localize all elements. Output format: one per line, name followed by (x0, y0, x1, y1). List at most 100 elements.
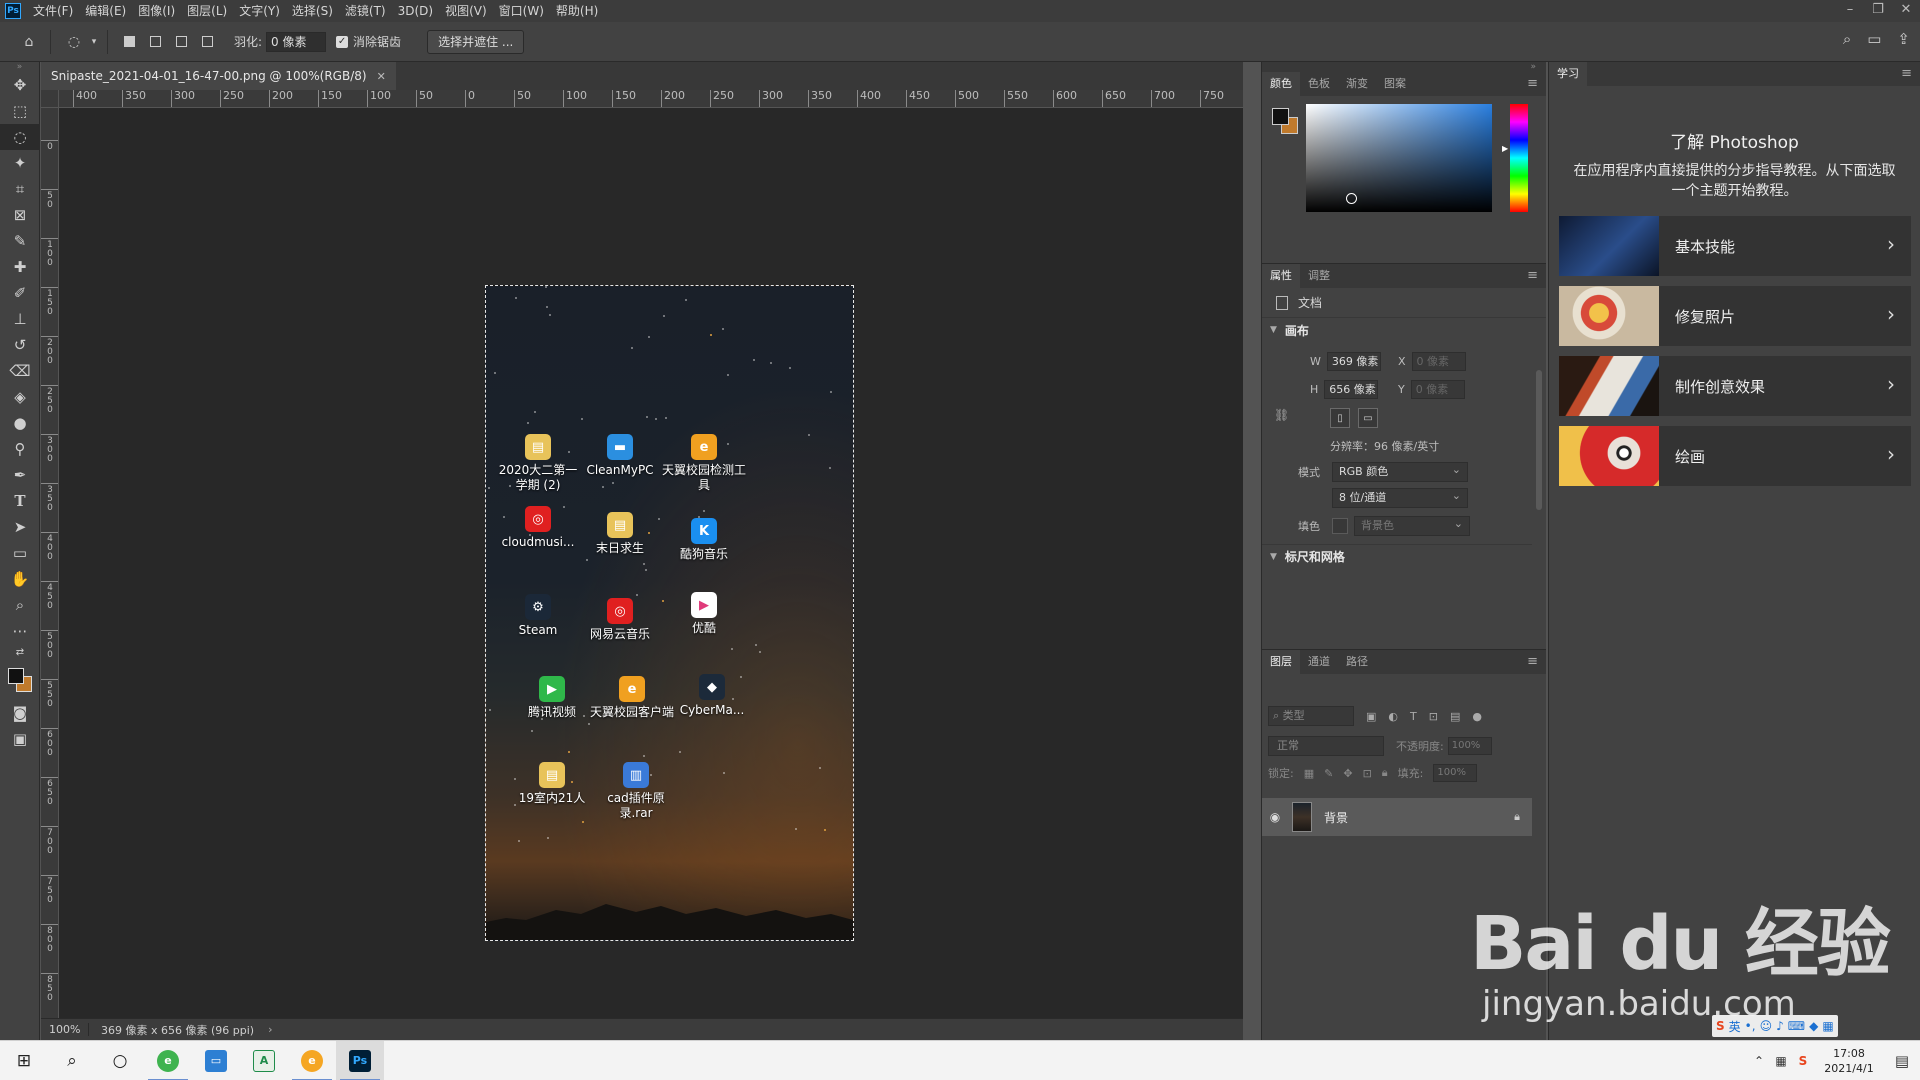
desktop-icon[interactable]: ▤ 19室内21人 (510, 762, 594, 806)
hand-tool-icon[interactable]: ✋ (0, 566, 40, 592)
lasso-tool-icon[interactable]: ◌ (0, 124, 40, 150)
feather-input[interactable]: 0 像素 (266, 31, 327, 52)
emoji-icon[interactable]: ☺ (1760, 1019, 1773, 1033)
layer-name[interactable]: 背景 (1324, 809, 1348, 826)
taskbar-computer[interactable]: ▭ (192, 1041, 240, 1080)
sogou-tray-icon[interactable]: S (1792, 1054, 1814, 1068)
tab-properties[interactable]: 属性 (1262, 264, 1300, 288)
desktop-icon[interactable]: ▤ 末日求生 (578, 512, 662, 556)
home-icon[interactable]: ⌂ (16, 29, 42, 55)
menu-item[interactable]: 帮助(H) (550, 0, 604, 22)
blur-tool-icon[interactable]: ● (0, 410, 40, 436)
menu-item[interactable]: 视图(V) (439, 0, 493, 22)
visibility-eye-icon[interactable]: ◉ (1262, 810, 1288, 824)
tab-channels[interactable]: 通道 (1300, 650, 1338, 674)
image-filter-icon[interactable]: ▣ (1366, 710, 1376, 723)
ime-toolbar[interactable]: S 英 •, ☺ ♪ ⌨ ◆ ▦ (1712, 1015, 1838, 1037)
type-filter-icon[interactable]: T (1410, 710, 1417, 723)
tab-swatches[interactable]: 色板 (1300, 72, 1338, 96)
chevron-up-icon[interactable]: ⌃ (1748, 1054, 1770, 1068)
mode-select[interactable]: RGB 颜色 (1332, 461, 1468, 482)
tab-patterns[interactable]: 图案 (1376, 72, 1414, 96)
learn-card-creative[interactable]: 制作创意效果 › (1559, 356, 1911, 416)
taskbar-tianyi[interactable]: e (288, 1041, 336, 1080)
desktop-icon[interactable]: ▤ 2020大二第一学期 (2) (496, 434, 580, 493)
fill-field[interactable]: 100% (1433, 764, 1478, 782)
filter-toggle-icon[interactable]: ● (1472, 710, 1482, 723)
rectangle-tool-icon[interactable]: ▭ (0, 540, 40, 566)
ime-tools-icon[interactable]: ▦ (1822, 1019, 1833, 1033)
history-brush-tool-icon[interactable]: ↺ (0, 332, 40, 358)
network-icon[interactable]: ▦ (1770, 1054, 1792, 1068)
move-tool-icon[interactable]: ✥ (0, 72, 40, 98)
horizontal-ruler[interactable]: 400 350 300 250 200 150 100 50 0 50 100 150 200 250 30… (59, 90, 1243, 108)
desktop-icon[interactable]: ▶ 优酷 (662, 592, 746, 636)
lock-transparent-icon[interactable]: ▦ (1304, 767, 1314, 780)
lasso-preset-icon[interactable]: ◌ (61, 29, 87, 55)
screen-mode-icon[interactable]: ▣ (0, 726, 40, 752)
antialias-checkbox[interactable]: ✓ 消除锯齿 (336, 33, 401, 50)
workspace-icon[interactable]: ▭ (1867, 30, 1881, 48)
zoom-level[interactable]: 100% (41, 1023, 89, 1036)
desktop-icon[interactable]: e 天翼校园检测工具 (662, 434, 746, 493)
eraser-tool-icon[interactable]: ⌫ (0, 358, 40, 384)
path-selection-tool-icon[interactable]: ➤ (0, 514, 40, 540)
sogou-ime-icon[interactable]: S (1716, 1019, 1725, 1033)
search-icon[interactable]: ⌕ (1843, 30, 1851, 48)
new-selection-button[interactable] (119, 32, 139, 52)
height-field[interactable]: 656 像素 (1324, 380, 1379, 399)
subtract-selection-button[interactable] (171, 32, 191, 52)
punctuation-icon[interactable]: •, (1745, 1019, 1756, 1033)
taskbar-photoshop[interactable]: Ps (336, 1040, 384, 1080)
foreground-color[interactable] (8, 668, 24, 684)
ime-language[interactable]: 英 (1729, 1018, 1741, 1035)
taskbar-browser[interactable]: e (144, 1041, 192, 1080)
close-button[interactable]: ✕ (1892, 0, 1920, 22)
dodge-tool-icon[interactable]: ⚲ (0, 436, 40, 462)
chevron-down-icon[interactable]: ▾ (89, 29, 99, 55)
menu-item[interactable]: 滤镜(T) (339, 0, 392, 22)
desktop-icon[interactable]: ◎ 网易云音乐 (578, 598, 662, 642)
landscape-icon[interactable]: ▭ (1358, 408, 1378, 428)
add-to-selection-button[interactable] (145, 32, 165, 52)
x-field[interactable]: 0 像素 (1411, 352, 1466, 371)
desktop-icon[interactable]: ◎ cloudmusi... (496, 506, 580, 550)
more-tools-icon[interactable]: ⋯ (0, 618, 40, 644)
desktop-icon[interactable]: ▬ CleanMyPC (578, 434, 662, 478)
menu-item[interactable]: 图像(I) (132, 0, 181, 22)
tab-color[interactable]: 颜色 (1262, 72, 1300, 96)
menu-item[interactable]: 3D(D) (392, 0, 439, 22)
panel-menu-icon[interactable]: ≡ (1527, 76, 1538, 91)
voice-icon[interactable]: ♪ (1776, 1019, 1784, 1033)
smart-object-filter-icon[interactable]: ▤ (1450, 710, 1460, 723)
collapse-panels-icon[interactable]: » (1262, 62, 1546, 72)
pen-tool-icon[interactable]: ✒ (0, 462, 40, 488)
cortana-icon[interactable]: ○ (96, 1041, 144, 1080)
vertical-ruler[interactable]: 0 5 0 1 0 0 1 5 0 2 0 0 2 5 0 3 0 0 3 5 0 4 0 0 4… (41, 108, 59, 1040)
hue-slider[interactable] (1510, 104, 1528, 212)
blend-mode-select[interactable]: 正常 (1268, 736, 1384, 756)
layer-kind-select[interactable]: ⌕ 类型 (1268, 706, 1354, 726)
quick-mask-icon[interactable]: ◙ (0, 700, 40, 726)
tab-learn[interactable]: 学习 (1549, 62, 1587, 86)
ruler-corner[interactable] (41, 90, 59, 108)
notification-icon[interactable]: ▤ (1884, 1052, 1920, 1070)
panel-menu-icon[interactable]: ≡ (1901, 66, 1912, 81)
color-picker-ring[interactable] (1346, 193, 1357, 204)
menu-item[interactable]: 文字(Y) (233, 0, 286, 22)
opacity-field[interactable]: 100% (1447, 737, 1492, 755)
fill-swatch[interactable] (1332, 518, 1348, 534)
rulers-grid-section-header[interactable]: ▼ 标尺和网格 (1262, 544, 1532, 568)
type-tool-icon[interactable]: T (0, 488, 40, 514)
desktop-icon[interactable]: ⚙ Steam (496, 594, 580, 638)
adjustment-filter-icon[interactable]: ◐ (1388, 710, 1398, 723)
lock-all-icon[interactable]: 🔒︎ (1382, 766, 1388, 780)
clock[interactable]: 17:08 2021/4/1 (1814, 1046, 1884, 1076)
pasteboard[interactable]: ▤ 2020大二第一学期 (2) ▬ CleanMyPC e 天翼校园检测工具 ◎ cloud… (60, 109, 1243, 1019)
link-icon[interactable]: ⛓ (1274, 408, 1289, 422)
lock-icon[interactable]: 🔒︎ (1514, 810, 1520, 824)
learn-card-basics[interactable]: 基本技能 › (1559, 216, 1911, 276)
tab-layers[interactable]: 图层 (1262, 650, 1300, 674)
desktop-icon[interactable]: e 天翼校园客户端 (590, 676, 674, 720)
lock-position-icon[interactable]: ✥ (1343, 767, 1352, 780)
